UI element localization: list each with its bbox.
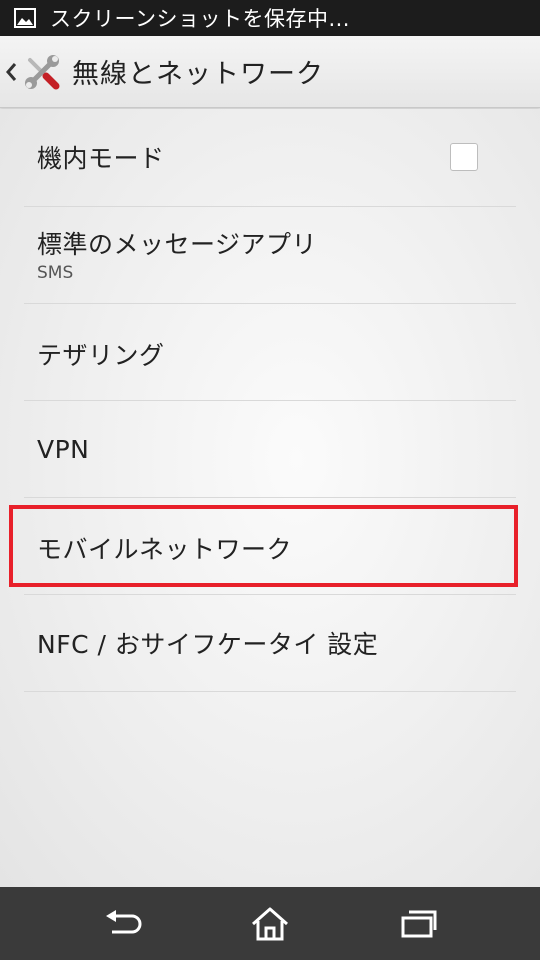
setting-title: 機内モード [37,144,165,173]
nav-recents-button[interactable] [359,887,479,960]
image-icon [14,8,36,28]
status-notification-text: スクリーンショットを保存中... [50,7,350,31]
setting-summary: SMS [37,263,74,283]
setting-title: 標準のメッセージアプリ [37,230,318,259]
nav-home-button[interactable] [210,887,330,960]
navigation-bar [0,887,540,960]
setting-airplane-mode[interactable]: 機内モード [0,109,540,207]
nav-back-button[interactable] [62,887,182,960]
tools-icon [25,54,60,89]
setting-title: モバイルネットワーク [37,535,293,564]
page-title: 無線とネットワーク [72,59,324,90]
recent-apps-icon [401,910,437,937]
airplane-mode-checkbox[interactable] [450,143,478,171]
settings-content: 機内モード 標準のメッセージアプリ SMS テザリング VPN モバイルネットワ… [0,109,540,887]
setting-mobile-network[interactable]: モバイルネットワーク [0,498,540,595]
setting-vpn[interactable]: VPN [0,401,540,498]
divider [24,691,516,692]
setting-title: テザリング [37,341,165,370]
home-icon [252,907,288,940]
action-bar: 無線とネットワーク [0,36,540,108]
setting-nfc-osaifu[interactable]: NFC / おサイフケータイ 設定 [0,595,540,692]
up-navigation-button[interactable] [0,36,70,108]
back-icon [106,909,142,933]
setting-title: VPN [37,435,90,464]
chevron-left-icon [6,62,17,81]
status-bar: スクリーンショットを保存中... [0,0,540,36]
setting-default-sms-app[interactable]: 標準のメッセージアプリ SMS [0,207,540,304]
setting-tethering[interactable]: テザリング [0,304,540,401]
setting-title: NFC / おサイフケータイ 設定 [37,630,379,659]
